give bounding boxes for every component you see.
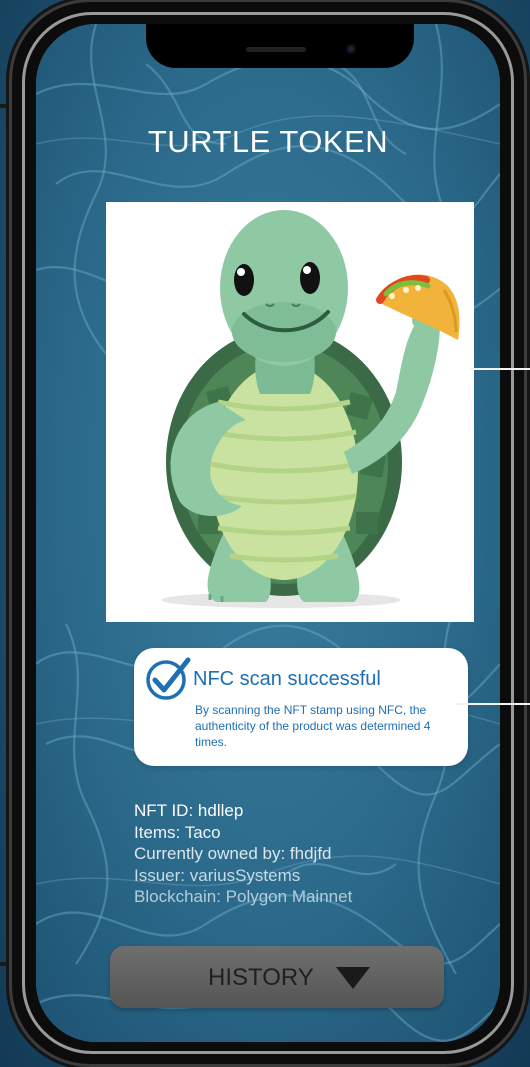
triangle-down-icon [336, 967, 370, 989]
owner-text: Currently owned by: fhdjfd [134, 844, 332, 863]
callout-line-image [470, 368, 530, 370]
items-text: Items: Taco [134, 822, 221, 842]
page-title: TURTLE TOKEN [147, 124, 389, 159]
nft-image[interactable] [106, 202, 474, 622]
phone-frame: TURTLE TOKEN NFC scan successful By scan… [12, 2, 524, 1064]
speaker-grille [246, 47, 306, 52]
stage: TURTLE TOKEN NFC scan successful By scan… [0, 0, 530, 1067]
history-button-label: HISTORY [208, 964, 314, 991]
issuer-text: Issuer: variusSystems [134, 865, 301, 885]
front-camera [346, 44, 356, 54]
blockchain-text: Blockchain: Polygon Mainnet [134, 887, 353, 906]
scan-status-title: NFC scan successful [193, 668, 381, 690]
checkmark-circle-icon [146, 657, 191, 700]
nfc-scan-status-card: NFC scan successful By scanning the NFT … [134, 648, 468, 766]
scan-status-description: By scanning the NFT stamp using NFC, the… [195, 703, 431, 749]
phone-screen: TURTLE TOKEN NFC scan successful By scan… [36, 24, 500, 1042]
nft-info-list: NFT ID: hdllep Items: Taco Currently own… [134, 800, 352, 908]
phone-notch [146, 24, 414, 68]
callout-line-scan [456, 703, 530, 705]
history-button[interactable]: HISTORY [110, 946, 444, 1008]
turtle-with-taco-illustration [161, 210, 460, 608]
nft-id-text: NFT ID: hdllep [134, 801, 244, 820]
